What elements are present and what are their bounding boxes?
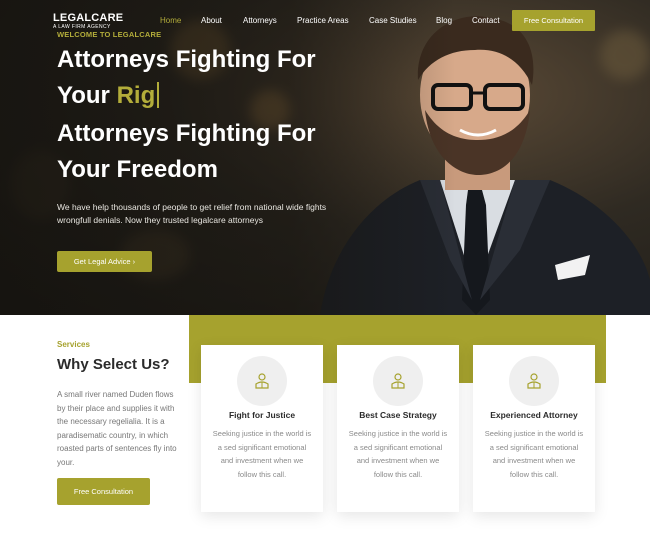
headline-line1: Attorneys Fighting For bbox=[57, 120, 316, 147]
service-card-experience[interactable]: Experienced Attorney Seeking justice in … bbox=[473, 345, 595, 512]
nav-item-contact[interactable]: Contact bbox=[472, 16, 500, 25]
headline-line2: Your Freedom bbox=[57, 156, 218, 183]
nav-item-about[interactable]: About bbox=[201, 16, 222, 25]
card-title: Experienced Attorney bbox=[490, 410, 578, 420]
card-title: Fight for Justice bbox=[228, 410, 296, 420]
nav-item-case-studies[interactable]: Case Studies bbox=[369, 16, 417, 25]
hero-description: We have help thousands of people to get … bbox=[57, 202, 327, 225]
services-label: Services bbox=[57, 340, 90, 349]
card-text: Seeking justice in the world is a sed si… bbox=[348, 429, 448, 479]
nav-item-blog[interactable]: Blog bbox=[436, 16, 452, 25]
nav-item-home[interactable]: Home bbox=[160, 16, 181, 25]
card-text: Seeking justice in the world is a sed si… bbox=[212, 429, 312, 479]
free-consultation-button[interactable]: Free Consultation bbox=[512, 10, 595, 31]
nav-item-practice-areas[interactable]: Practice Areas bbox=[297, 16, 349, 25]
lawyer-icon bbox=[237, 356, 287, 406]
typing-headline-line2: Your Rig bbox=[57, 82, 160, 110]
typing-cursor bbox=[157, 82, 160, 108]
card-title: Best Case Strategy bbox=[359, 410, 437, 420]
brand-name: LEGALCARE bbox=[53, 12, 124, 24]
brand-logo[interactable]: LEGALCARE A LAW FIRM AGENCY bbox=[53, 12, 124, 31]
service-card-justice[interactable]: Fight for Justice Seeking justice in the… bbox=[201, 345, 323, 512]
typing-headline-line1: Attorneys Fighting For bbox=[57, 46, 316, 73]
nav-item-attorneys[interactable]: Attorneys bbox=[243, 16, 277, 25]
section-description: A small river named Duden flows by their… bbox=[57, 390, 177, 467]
free-consultation-secondary-button[interactable]: Free Consultation bbox=[57, 478, 150, 505]
typing-prefix: Your bbox=[57, 82, 117, 109]
lawyer-icon bbox=[509, 356, 559, 406]
card-text: Seeking justice in the world is a sed si… bbox=[484, 429, 584, 479]
service-card-strategy[interactable]: Best Case Strategy Seeking justice in th… bbox=[337, 345, 459, 512]
lawyer-icon bbox=[373, 356, 423, 406]
welcome-label: WELCOME TO LEGALCARE bbox=[57, 30, 162, 39]
get-legal-advice-button[interactable]: Get Legal Advice › bbox=[57, 251, 152, 272]
typing-accent: Rig bbox=[116, 82, 156, 109]
section-title: Why Select Us? bbox=[57, 356, 170, 373]
